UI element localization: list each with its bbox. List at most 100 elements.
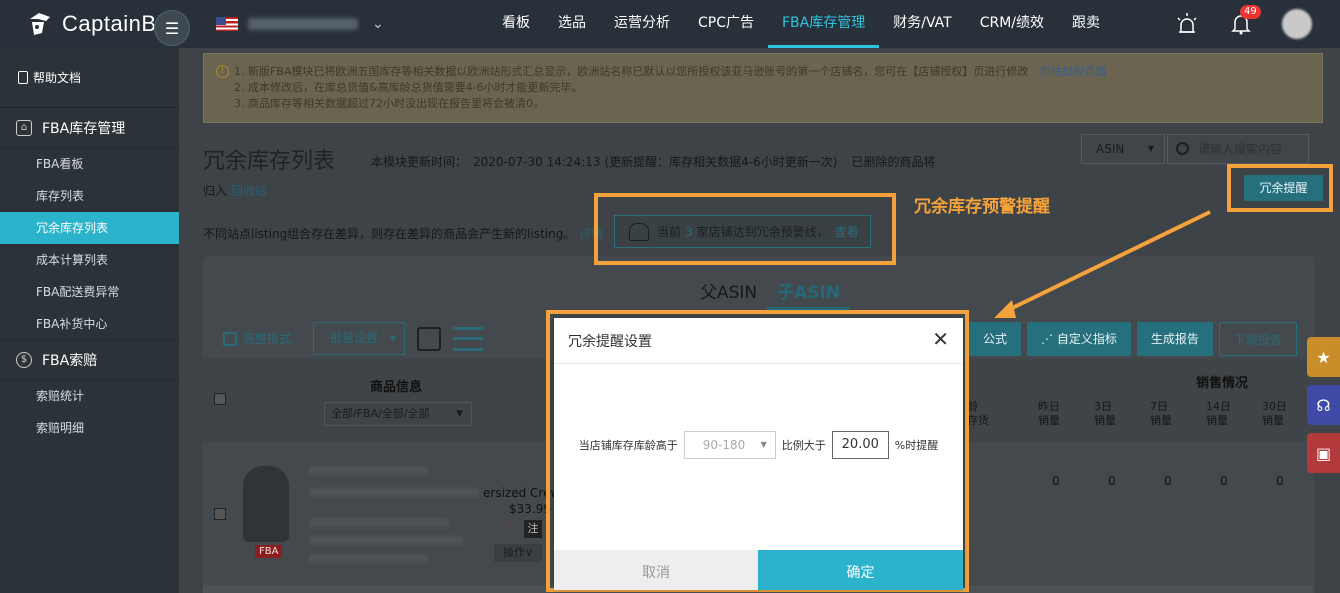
sidebar-item-inventory-list[interactable]: 库存列表	[0, 180, 179, 212]
notification-badge: 49	[1240, 5, 1261, 19]
download-report-button[interactable]: 下载报告	[1218, 322, 1297, 356]
sales-col-yesterday[interactable]: 昨日 销量	[1038, 400, 1094, 428]
update-label: 本模块更新时间：	[371, 155, 468, 169]
list-view-icon[interactable]	[453, 326, 484, 351]
nav-operations[interactable]: 运营分析	[600, 0, 684, 48]
product-filter-select[interactable]: 全部/FBA/全部/全部	[324, 402, 472, 426]
age-header[interactable]: 龄 存货	[967, 400, 989, 428]
highlight-reminder-button	[1227, 164, 1333, 212]
blurred-title	[309, 488, 479, 497]
annotation-label: 冗余库存预警提醒	[914, 197, 1050, 217]
gift-icon[interactable]: ▣	[1307, 433, 1340, 473]
confirm-button[interactable]: 确定	[758, 550, 963, 590]
dialog-title: 冗余提醒设置	[554, 318, 963, 364]
age-range-select[interactable]: 90-180	[683, 431, 776, 459]
listing-diff-note: 不同站点listing组合存在差异，则存在差异的商品会产生新的listing。 …	[203, 225, 603, 242]
nav-product-selection[interactable]: 选品	[544, 0, 600, 48]
share-icon: ⋰	[1041, 332, 1057, 346]
support-icon[interactable]: ☊	[1307, 385, 1340, 425]
help-docs[interactable]: 帮助文档	[0, 48, 179, 108]
store-selector[interactable]: ⌄	[216, 16, 384, 32]
toolbar-right: 公式 ⋰ 自定义指标 生成报告 下载报告	[963, 322, 1297, 356]
product-info-header: 商品信息	[370, 380, 423, 395]
sidebar-group-label: FBA库存管理	[42, 120, 126, 137]
nav-cpc[interactable]: CPC广告	[684, 0, 768, 48]
nav-finance[interactable]: 财务/VAT	[879, 0, 965, 48]
update-info: 本模块更新时间： 2020-07-30 14:24:13 (更新提醒：库存相关数据4…	[371, 153, 949, 170]
avatar[interactable]	[1282, 9, 1312, 39]
sidebar-item-fee-anomaly[interactable]: FBA配送费异常	[0, 276, 179, 308]
top-icons: 49	[1174, 0, 1340, 48]
sidebar-item-fba-dashboard[interactable]: FBA看板	[0, 148, 179, 180]
logo-icon	[24, 9, 54, 39]
sidebar-item-claim-details[interactable]: 索赔明细	[0, 412, 179, 444]
help-docs-label: 帮助文档	[33, 71, 82, 85]
full-mode-toggle[interactable]: 完整模式	[223, 330, 291, 347]
sidebar-item-redundant-inventory[interactable]: 冗余库存列表	[0, 212, 179, 244]
chevron-down-icon: ⌄	[372, 16, 384, 32]
batch-settings-dropdown[interactable]: 批量设置	[313, 322, 406, 355]
search-type-select[interactable]: ASIN	[1081, 134, 1165, 164]
notice-text-1: 1. 新版FBA模块已将欧洲五国库存等相关数据以欧洲站形式汇总显示，欧洲站名称已…	[234, 65, 1029, 78]
notice-line-3: 3. 商品库存等相关数据超过72小时没出现在报告里将会被清0。	[234, 97, 544, 110]
action-dropdown[interactable]: 操作∨	[494, 544, 542, 562]
select-all-checkbox[interactable]	[214, 393, 226, 405]
authorize-link[interactable]: 前往授权页面	[1040, 65, 1106, 78]
bell-icon[interactable]: 49	[1228, 5, 1261, 37]
main-nav: 看板 选品 运营分析 CPC广告 FBA库存管理 财务/VAT CRM/绩效 跟…	[488, 0, 1114, 48]
sidebar-item-replenishment[interactable]: FBA补货中心	[0, 308, 179, 340]
highlight-alert-box	[594, 193, 896, 265]
tab-child-asin[interactable]: 子ASIN	[767, 278, 851, 310]
sidebar-group-fba-claims[interactable]: $ FBA索赔	[0, 340, 179, 380]
product-image[interactable]	[243, 466, 289, 542]
warning-icon: !	[216, 65, 229, 78]
sidebar-item-claim-stats[interactable]: 索赔统计	[0, 380, 179, 412]
formula-button[interactable]: 公式	[969, 322, 1022, 356]
nav-crm[interactable]: CRM/绩效	[966, 0, 1058, 48]
sales-value: 0	[1164, 474, 1172, 488]
dollar-icon: $	[16, 352, 32, 368]
sales-col-14d[interactable]: 14日 销量	[1206, 400, 1262, 428]
sidebar-group-fba-inventory[interactable]: ⌂ FBA库存管理	[0, 108, 179, 148]
fba-tag: FBA	[255, 545, 283, 558]
blurred-store	[309, 536, 464, 545]
generate-report-button[interactable]: 生成报告	[1136, 322, 1213, 356]
notice-banner: ! 1. 新版FBA模块已将欧洲五国库存等相关数据以欧洲站形式汇总显示，欧洲站名…	[203, 53, 1323, 123]
nav-fba-inventory[interactable]: FBA库存管理	[768, 0, 880, 48]
sales-header: 销售情况	[1196, 376, 1249, 391]
layout-icon	[223, 331, 237, 346]
bookmark-icon[interactable]: ★	[1307, 337, 1340, 377]
redundant-reminder-dialog: 冗余提醒设置 ✕ 当店铺库存库龄高于 90-180 比例大于 20.00 %时提…	[554, 318, 963, 590]
diff-text: 不同站点listing组合存在差异，则存在差异的商品会产生新的listing。	[203, 227, 576, 241]
ratio-input[interactable]: 20.00	[831, 431, 889, 459]
search-input[interactable]: 请输入搜索内容	[1167, 134, 1309, 164]
asin-tabs: 父ASIN 子ASIN	[690, 278, 851, 310]
search-icon	[1176, 142, 1189, 155]
sales-value: 0	[1052, 474, 1060, 488]
heart-icon[interactable]: ♡	[500, 519, 513, 535]
top-bar: CaptainBI ⌄ 看板 选品 运营分析 CPC广告 FBA库存管理 财务/…	[0, 0, 1340, 48]
update-time: 2020-07-30 14:24:13	[473, 155, 601, 169]
us-flag-icon	[216, 17, 238, 31]
dialog-body: 当店铺库存库龄高于 90-180 比例大于 20.00 %时提醒	[554, 431, 963, 459]
sidebar-collapse-button[interactable]: ☰	[154, 10, 190, 46]
collapse-menu-icon: ☰	[164, 18, 180, 38]
logo-text: CaptainBI	[62, 11, 164, 36]
grid-view-icon[interactable]	[417, 326, 442, 351]
cancel-button[interactable]: 取消	[554, 550, 758, 590]
sales-col-3d[interactable]: 3日 销量	[1094, 400, 1150, 428]
tab-parent-asin[interactable]: 父ASIN	[690, 278, 767, 310]
row-checkbox[interactable]	[214, 508, 226, 520]
sidebar-item-cost-list[interactable]: 成本计算列表	[0, 244, 179, 276]
recycle-prefix: 归入	[203, 184, 228, 198]
note-icon[interactable]: 注	[524, 520, 542, 538]
alarm-icon[interactable]	[1174, 11, 1200, 37]
custom-metrics-button[interactable]: ⋰ 自定义指标	[1027, 322, 1131, 356]
notice-line-1: 1. 新版FBA模块已将欧洲五国库存等相关数据以欧洲站形式汇总显示，欧洲站名称已…	[234, 64, 1310, 80]
nav-follow-sell[interactable]: 跟卖	[1058, 0, 1114, 48]
mode-label: 完整模式	[243, 332, 292, 346]
recycle-bin-link[interactable]: 回收站	[231, 184, 267, 198]
sales-col-7d[interactable]: 7日 销量	[1150, 400, 1206, 428]
close-icon[interactable]: ✕	[932, 329, 949, 349]
nav-dashboard[interactable]: 看板	[488, 0, 544, 48]
